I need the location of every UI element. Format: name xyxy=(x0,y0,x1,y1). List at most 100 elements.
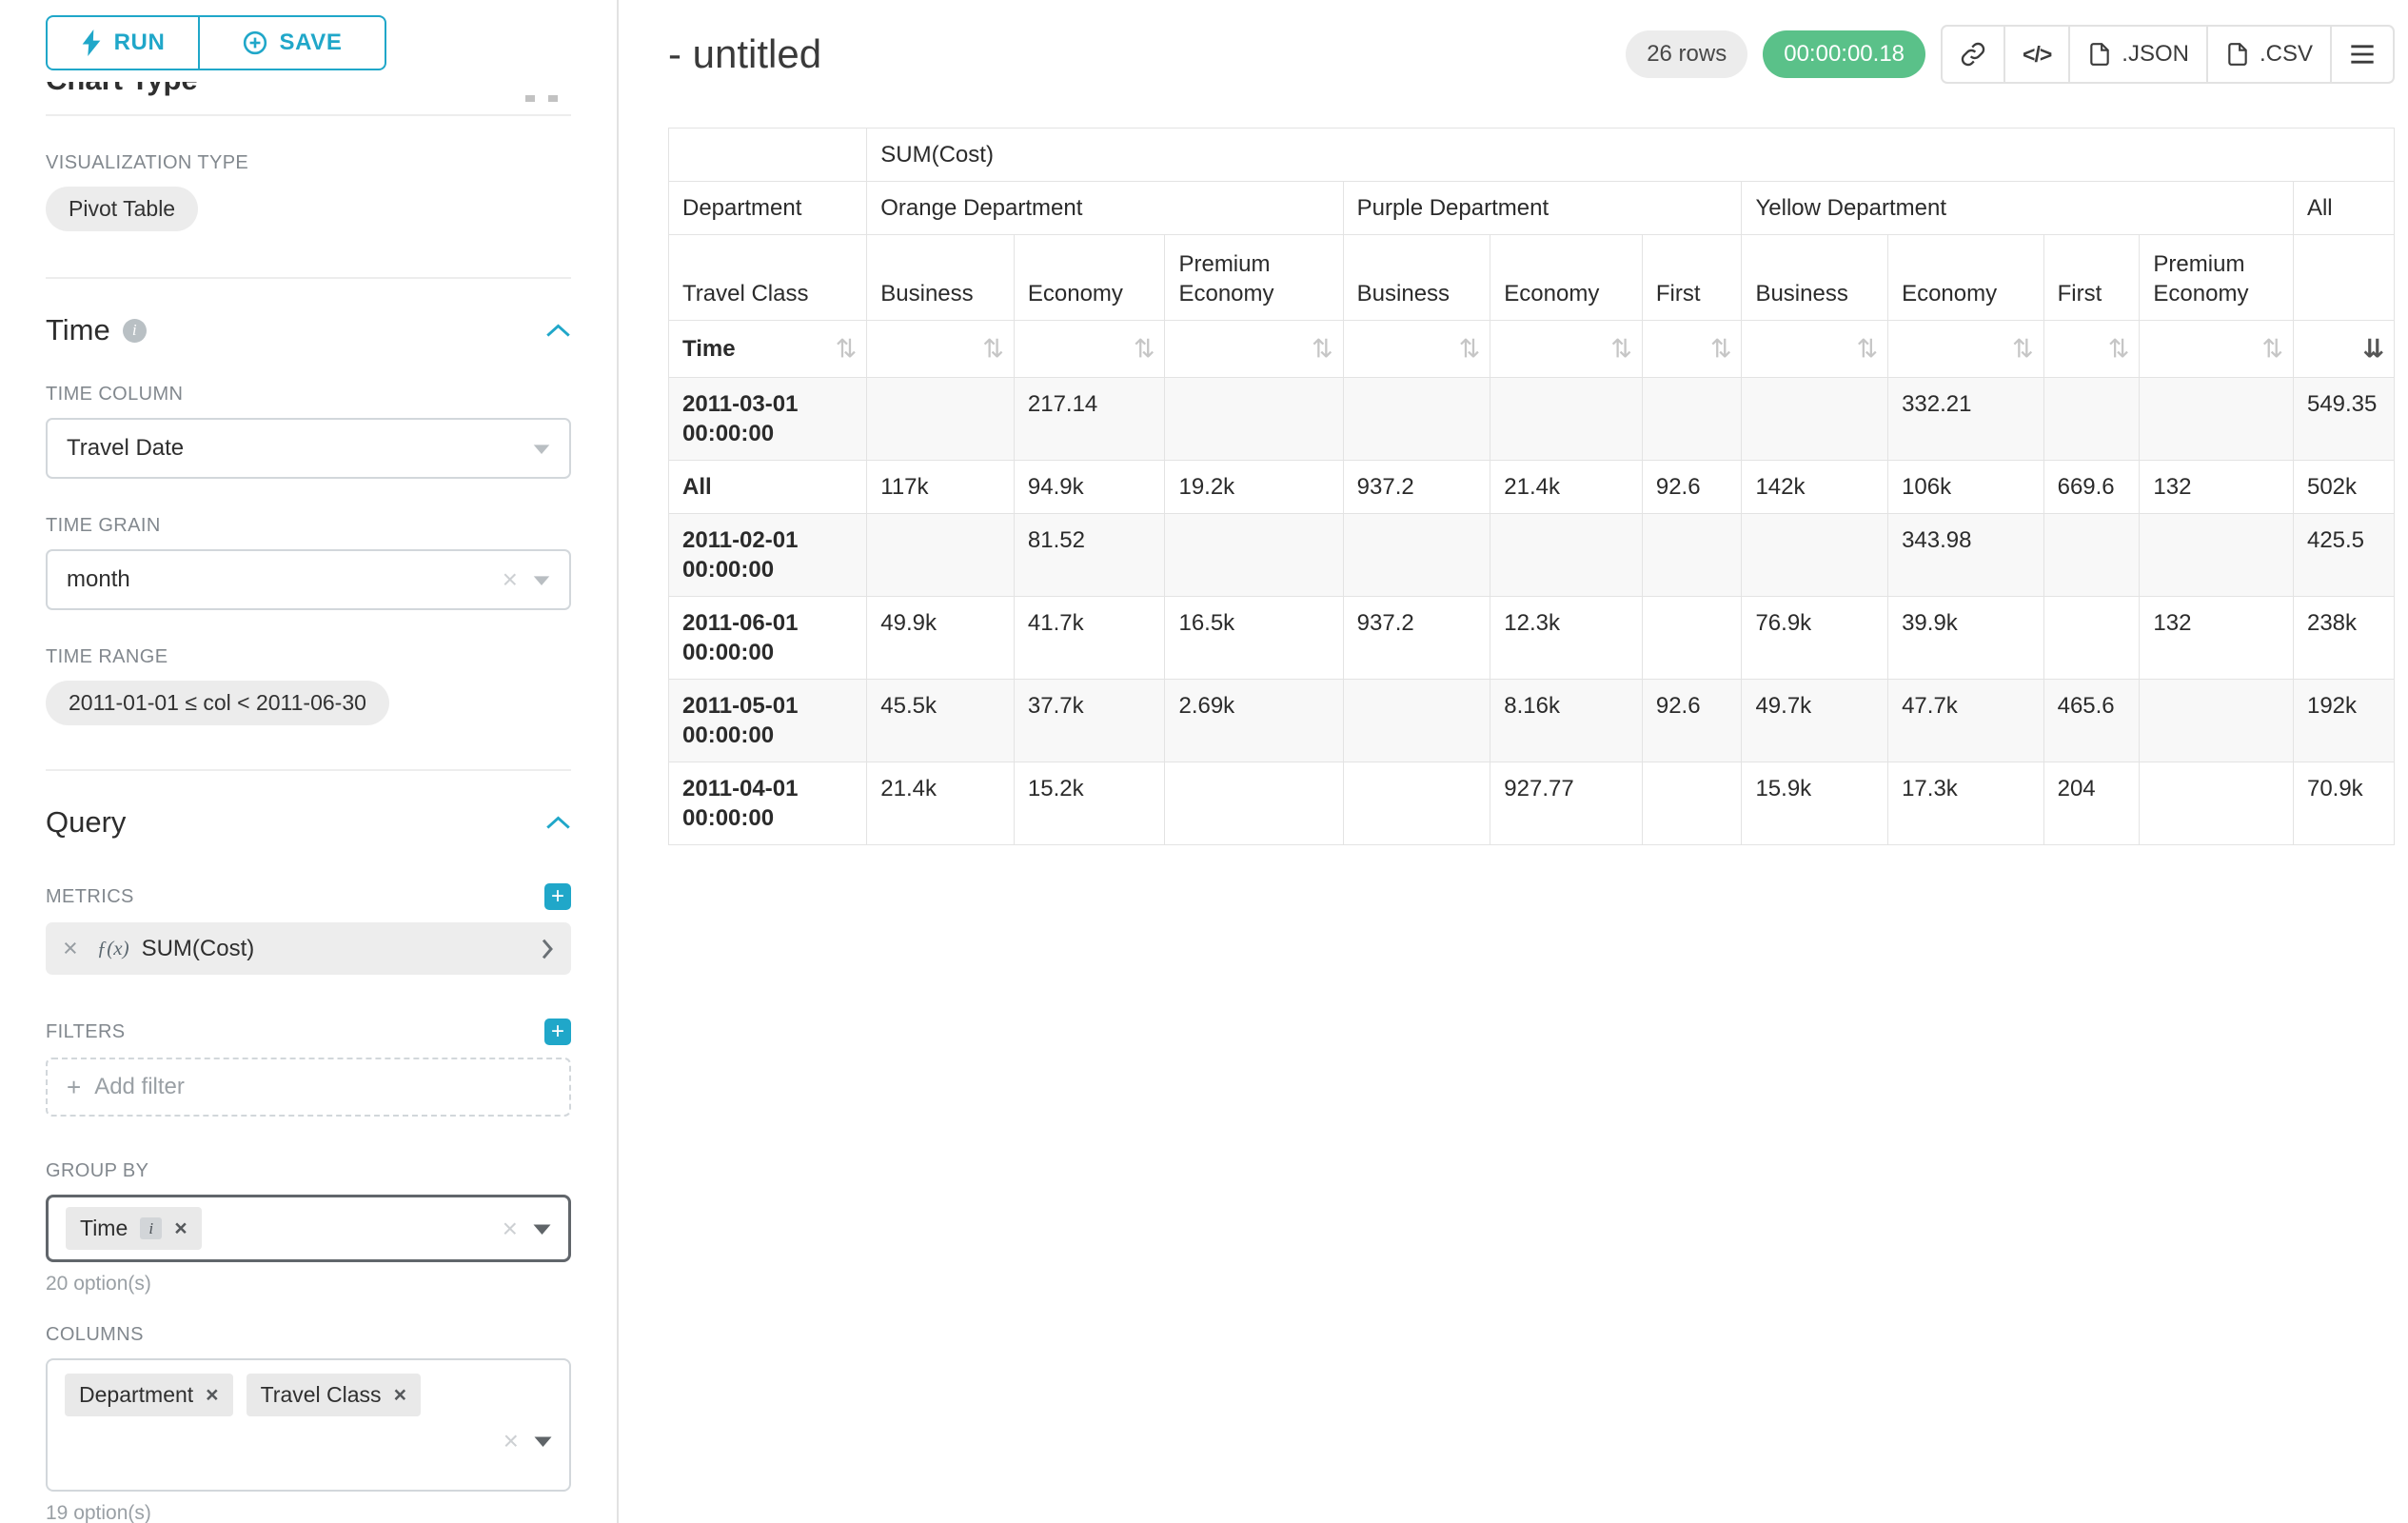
column-header: Economy xyxy=(1490,235,1643,321)
sort-header[interactable]: ⇅ xyxy=(1014,321,1165,378)
time-range-label: TIME RANGE xyxy=(46,646,571,668)
pivot-cell: 21.4k xyxy=(1490,461,1643,514)
sort-header[interactable]: ⇅ xyxy=(1888,321,2044,378)
sort-icon[interactable]: ⇅ xyxy=(1134,334,1155,364)
pivot-cell: 49.7k xyxy=(1742,680,1888,762)
caret-down-icon xyxy=(533,444,550,454)
chevron-up-icon[interactable] xyxy=(545,324,571,338)
remove-tag-icon[interactable]: × xyxy=(394,1384,406,1406)
sort-icon[interactable]: ⇅ xyxy=(836,334,858,364)
chart-title[interactable]: - untitled xyxy=(668,31,821,77)
pivot-cell: 94.9k xyxy=(1014,461,1165,514)
clear-icon[interactable]: × xyxy=(503,1216,518,1242)
columns-select[interactable]: Department × Travel Class × × xyxy=(46,1358,571,1492)
sort-header[interactable]: ⇅ xyxy=(1742,321,1888,378)
sort-header[interactable]: ⇅ xyxy=(867,321,1015,378)
info-icon[interactable]: i xyxy=(140,1217,162,1239)
chart-type-section-header[interactable]: Chart Type xyxy=(46,82,571,105)
pivot-cell: 927.77 xyxy=(1490,762,1643,845)
run-button[interactable]: RUN xyxy=(46,15,200,70)
pivot-cell: 465.6 xyxy=(2043,680,2140,762)
sort-icon[interactable]: ⇅ xyxy=(1710,334,1732,364)
viz-type-pill[interactable]: Pivot Table xyxy=(46,187,198,231)
embed-code-button[interactable]: </> xyxy=(2003,25,2070,84)
pivot-cell xyxy=(1642,597,1742,680)
pivot-cell: 92.6 xyxy=(1642,461,1742,514)
groupby-options-hint: 20 option(s) xyxy=(46,1273,571,1296)
pivot-cell: 332.21 xyxy=(1888,378,2044,461)
add-filter-plus-button[interactable]: + xyxy=(544,1019,571,1045)
pivot-cell xyxy=(1165,378,1343,461)
column-header: Premium Economy xyxy=(2140,235,2294,321)
pivot-cell: 192k xyxy=(2293,680,2394,762)
pivot-table: SUM(Cost)DepartmentOrange DepartmentPurp… xyxy=(668,128,2395,845)
clear-icon[interactable]: × xyxy=(503,566,518,593)
row-dimension-header[interactable]: Time ⇅ xyxy=(669,321,867,378)
query-section-header[interactable]: Query xyxy=(46,805,571,840)
export-csv-button[interactable]: .CSV xyxy=(2206,25,2332,84)
columns-tag[interactable]: Department × xyxy=(65,1374,233,1416)
sort-header[interactable]: ⇅ xyxy=(1343,321,1490,378)
export-json-button[interactable]: .JSON xyxy=(2068,25,2208,84)
groupby-label: GROUP BY xyxy=(46,1160,571,1182)
row-header: All xyxy=(669,461,867,514)
metric-option[interactable]: × ƒ(x) SUM(Cost) xyxy=(46,922,571,975)
add-metric-button[interactable]: + xyxy=(544,883,571,910)
lightning-icon xyxy=(81,30,102,56)
save-button[interactable]: SAVE xyxy=(198,15,386,70)
pivot-cell: 106k xyxy=(1888,461,2044,514)
pivot-cell: 217.14 xyxy=(1014,378,1165,461)
pivot-cell xyxy=(1165,514,1343,597)
time-grain-select[interactable]: month × xyxy=(46,549,571,610)
copy-link-button[interactable] xyxy=(1941,25,2005,84)
time-range-pill[interactable]: 2011-01-01 ≤ col < 2011-06-30 xyxy=(46,681,389,725)
add-filter-button[interactable]: + Add filter xyxy=(46,1058,571,1117)
row-dimension-label: Time xyxy=(682,336,736,362)
chart-header: - untitled 26 rows 00:00:00.18 </> .JSON xyxy=(668,25,2395,84)
columns-tag-label: Travel Class xyxy=(261,1382,382,1408)
caret-down-icon[interactable] xyxy=(533,1223,551,1235)
time-column-select[interactable]: Travel Date xyxy=(46,418,571,479)
export-csv-label: .CSV xyxy=(2260,41,2313,68)
column-header xyxy=(2293,235,2394,321)
sort-icon[interactable]: ⇅ xyxy=(2261,334,2283,364)
sort-header[interactable]: ⇅ xyxy=(2140,321,2294,378)
sort-header[interactable]: ⇅ xyxy=(1165,321,1343,378)
sort-icon[interactable]: ⇅ xyxy=(1610,334,1632,364)
sort-header[interactable]: ⇅ xyxy=(1490,321,1643,378)
sort-icon[interactable]: ⇅ xyxy=(1459,334,1481,364)
groupby-tag[interactable]: Time i × xyxy=(66,1207,202,1250)
sort-desc-icon[interactable]: ⇊ xyxy=(2362,334,2384,364)
info-icon[interactable]: i xyxy=(123,319,147,343)
time-section-header[interactable]: Time i xyxy=(46,313,571,347)
sort-icon[interactable]: ⇅ xyxy=(2108,334,2130,364)
remove-metric-icon[interactable]: × xyxy=(63,936,78,961)
chevron-up-icon[interactable] xyxy=(545,816,571,830)
row-header: 2011-04-01 00:00:00 xyxy=(669,762,867,845)
sort-header[interactable]: ⇊ xyxy=(2293,321,2394,378)
pivot-cell: 15.2k xyxy=(1014,762,1165,845)
sort-icon[interactable]: ⇅ xyxy=(1856,334,1878,364)
pivot-cell xyxy=(1343,514,1490,597)
remove-tag-icon[interactable]: × xyxy=(206,1384,218,1406)
sort-icon[interactable]: ⇅ xyxy=(1312,334,1333,364)
column-header: First xyxy=(2043,235,2140,321)
pivot-cell xyxy=(1642,762,1742,845)
sort-icon[interactable]: ⇅ xyxy=(2012,334,2034,364)
sort-header[interactable]: ⇅ xyxy=(1642,321,1742,378)
row-header: 2011-02-01 00:00:00 xyxy=(669,514,867,597)
remove-tag-icon[interactable]: × xyxy=(174,1217,187,1239)
control-panel-scroll[interactable]: Chart Type VISUALIZATION TYPE Pivot Tabl… xyxy=(0,82,617,1523)
groupby-tag-label: Time xyxy=(80,1216,128,1241)
pivot-cell xyxy=(1742,514,1888,597)
columns-tag[interactable]: Travel Class × xyxy=(247,1374,421,1416)
menu-button[interactable] xyxy=(2330,25,2395,84)
metrics-label: METRICS xyxy=(46,886,134,908)
chevron-right-icon[interactable] xyxy=(541,938,554,960)
clear-icon[interactable]: × xyxy=(503,1428,519,1454)
caret-down-icon[interactable] xyxy=(534,1435,552,1447)
sort-header[interactable]: ⇅ xyxy=(2043,321,2140,378)
groupby-select[interactable]: Time i × × xyxy=(46,1195,571,1262)
sort-icon[interactable]: ⇅ xyxy=(982,334,1004,364)
pivot-cell xyxy=(867,378,1015,461)
